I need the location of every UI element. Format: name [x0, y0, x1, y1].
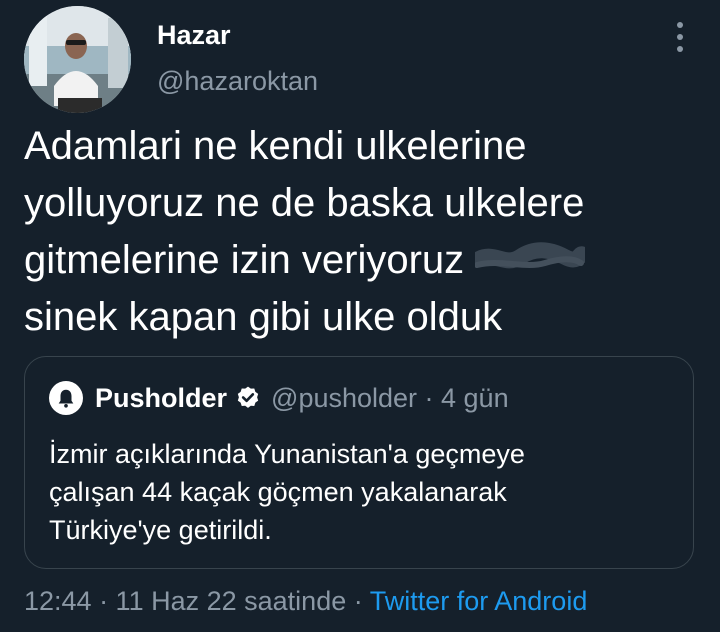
tweet-line: gitmelerine izin veriyoruz: [24, 238, 465, 282]
more-options-button[interactable]: [670, 22, 690, 52]
avatar-photo: [24, 6, 131, 113]
author-handle[interactable]: @hazaroktan: [157, 66, 318, 97]
tweet-text: Adamlari ne kendi ulkelerine yolluyoruz …: [24, 118, 704, 346]
quoted-text-line: çalışan 44 kaçak göçmen yakalanarak: [49, 477, 507, 507]
verified-badge-icon: [235, 385, 261, 411]
quoted-text-line: Türkiye'ye getirildi.: [49, 515, 272, 545]
quoted-text-line: İzmir açıklarında Yunanistan'a geçmeye: [49, 439, 525, 469]
tweet-meta: 12:44 · 11 Haz 22 saatinde · Twitter for…: [24, 586, 587, 617]
scribbled-out-word: [471, 236, 592, 276]
bell-icon: [58, 389, 74, 408]
tweet-line: yolluyoruz ne de baska ulkelere: [24, 181, 585, 225]
tweet-source-link[interactable]: Twitter for Android: [370, 586, 588, 616]
tweet-line: sinek kapan gibi ulke olduk: [24, 295, 503, 339]
tweet-line-with-scribble: gitmelerine izin veriyoruz: [24, 232, 704, 289]
more-vertical-icon: [677, 22, 683, 28]
quoted-tweet-text: İzmir açıklarında Yunanistan'a geçmeye ç…: [49, 435, 679, 549]
quoted-author-avatar[interactable]: [49, 381, 83, 415]
author-name[interactable]: Hazar: [157, 20, 231, 51]
quoted-author-name[interactable]: Pusholder: [95, 383, 227, 414]
tweet-timestamp[interactable]: 12:44 · 11 Haz 22 saatinde ·: [24, 586, 370, 616]
quoted-tweet-card[interactable]: Pusholder @pusholder · 4 gün İzmir açıkl…: [24, 356, 694, 569]
quoted-tweet-header: Pusholder @pusholder · 4 gün: [49, 379, 509, 417]
tweet-line: Adamlari ne kendi ulkelerine: [24, 124, 527, 168]
quoted-handle-and-time[interactable]: @pusholder · 4 gün: [271, 383, 509, 414]
author-avatar[interactable]: [24, 6, 131, 113]
